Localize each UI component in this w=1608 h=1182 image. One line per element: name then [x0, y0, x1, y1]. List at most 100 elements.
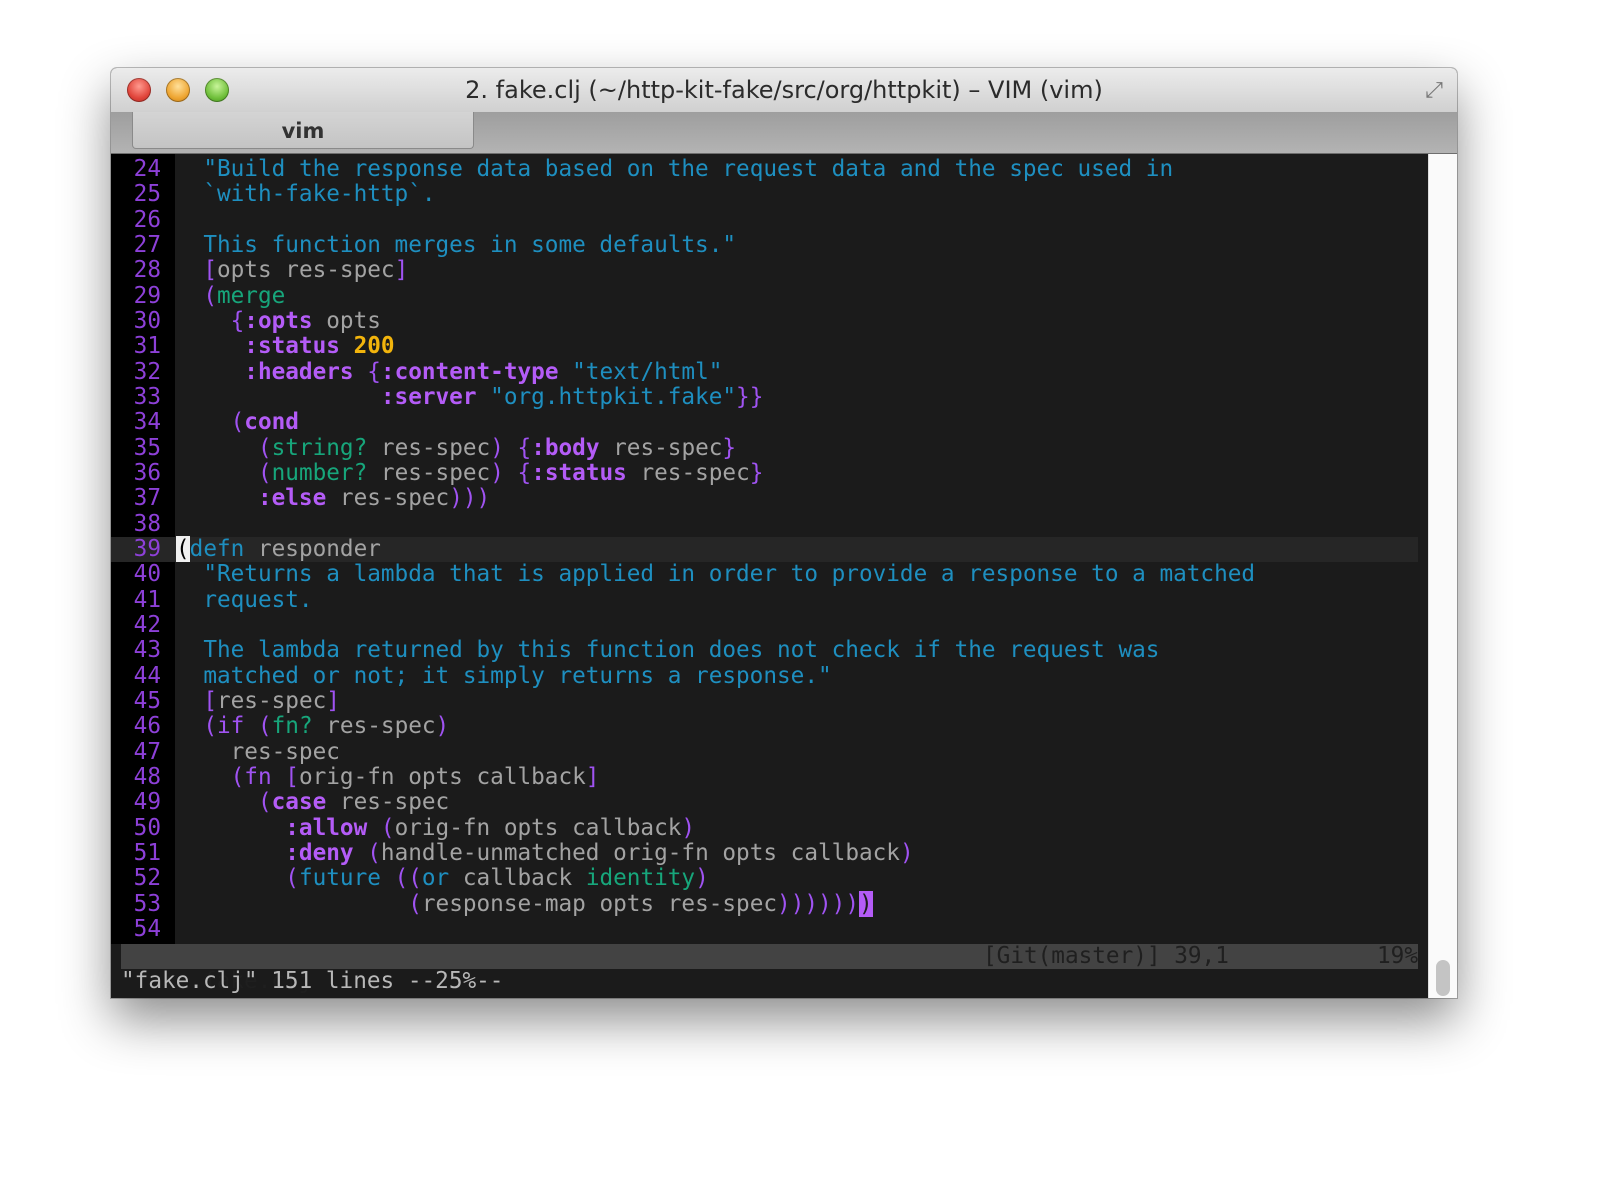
- code-token: future: [298, 865, 381, 892]
- code-line[interactable]: 28 [opts res-spec]: [111, 257, 1418, 284]
- code-token: {: [503, 459, 532, 486]
- code-token: number?: [271, 459, 368, 486]
- code-token: 200: [339, 333, 395, 360]
- code-token: }: [749, 459, 764, 486]
- code-token: :body: [531, 434, 600, 461]
- code-token: "Build the response data based on the re…: [203, 156, 1174, 182]
- code-line[interactable]: 26: [111, 207, 1418, 233]
- code-line-current[interactable]: 39 (defn responder: [111, 535, 1418, 563]
- code-token: response-map opts res-spec: [421, 890, 778, 917]
- code-token: defn: [189, 535, 245, 562]
- line-number: 46: [133, 713, 161, 740]
- line-number: 30: [133, 307, 161, 334]
- code-token: cond: [244, 409, 299, 436]
- line-number: 27: [133, 231, 161, 258]
- code-token: (: [176, 865, 299, 892]
- code-line[interactable]: 50 :allow (orig-fn opts callback): [111, 814, 1418, 841]
- line-number: 38: [133, 510, 161, 537]
- code-line[interactable]: 31 :status 200: [111, 333, 1418, 360]
- line-number: 41: [133, 586, 161, 613]
- line-number: 49: [133, 789, 161, 816]
- code-token: opts res-spec: [216, 257, 395, 284]
- code-line[interactable]: 25 `with-fake-http`.: [111, 181, 1418, 208]
- code-line[interactable]: 46 (if (fn? res-spec): [111, 713, 1418, 740]
- command-line[interactable]: "fake.clj" 151 lines --25%--: [121, 969, 503, 994]
- code-token: :server: [176, 383, 477, 410]
- line-number: 53: [133, 890, 161, 917]
- code-line[interactable]: 32 :headers {:content-type "text/html": [111, 358, 1418, 385]
- code-line[interactable]: 54: [111, 916, 1418, 942]
- fullscreen-icon[interactable]: ⤢: [1421, 78, 1447, 104]
- code-token: responder: [244, 535, 381, 562]
- code-line[interactable]: 33 :server "org.httpkit.fake"}}: [111, 383, 1418, 410]
- tab-vim[interactable]: vim: [132, 112, 474, 149]
- code-line[interactable]: 30 {:opts opts: [111, 307, 1418, 334]
- line-number: 28: [133, 257, 161, 284]
- text-cursor: (: [176, 535, 190, 562]
- line-number: 43: [133, 637, 161, 664]
- code-token: res-spec: [367, 434, 491, 461]
- code-line[interactable]: 36 (number? res-spec) {:status res-spec}: [111, 459, 1418, 486]
- code-line[interactable]: 45 [res-spec]: [111, 687, 1418, 714]
- code-line[interactable]: 29 (merge: [111, 282, 1418, 309]
- window-title: 2. fake.clj (~/http-kit-fake/src/org/htt…: [465, 76, 1103, 104]
- code-token: :content-type: [380, 358, 559, 385]
- line-number: 29: [133, 282, 161, 309]
- code-line[interactable]: 47 res-spec: [111, 738, 1418, 765]
- code-token: handle-unmatched orig-fn opts callback: [380, 839, 900, 866]
- code-token: orig-fn opts callback: [394, 814, 682, 841]
- code-token: "text/html": [558, 358, 723, 385]
- status-git-position: [Git(master)] 39,1: [983, 943, 1229, 969]
- code-token: This function merges in some defaults.": [176, 231, 737, 258]
- vim-editor[interactable]: 24 "Build the response data based on the…: [111, 154, 1428, 998]
- code-token: }}: [736, 383, 764, 410]
- code-token: res-spec: [216, 687, 327, 714]
- code-token: res-spec: [312, 713, 436, 740]
- scrollbar-thumb[interactable]: [1436, 960, 1450, 996]
- code-token: {: [176, 307, 245, 334]
- line-number: 40: [133, 561, 161, 588]
- code-token: :status: [176, 333, 340, 360]
- code-token: ): [490, 434, 504, 461]
- code-token: res-spec: [326, 789, 450, 816]
- code-line[interactable]: 53 (response-map opts res-spec))))))): [111, 890, 1418, 917]
- code-token: "Returns a lambda that is applied in ord…: [176, 561, 1256, 588]
- code-line[interactable]: 34 (cond: [111, 409, 1418, 436]
- scrollbar[interactable]: [1428, 154, 1457, 998]
- line-number: 44: [133, 662, 161, 689]
- code-line[interactable]: 24 "Build the response data based on the…: [111, 156, 1418, 182]
- code-line[interactable]: 43 The lambda returned by this function …: [111, 637, 1418, 664]
- code-token: :else: [176, 485, 327, 512]
- code-token: (: [176, 409, 245, 436]
- code-lines[interactable]: 24 "Build the response data based on the…: [111, 156, 1418, 942]
- code-line[interactable]: 35 (string? res-spec) {:body res-spec}: [111, 434, 1418, 461]
- code-token: res-spec: [176, 738, 340, 765]
- code-token: (: [353, 839, 381, 866]
- code-line[interactable]: 38: [111, 510, 1418, 537]
- code-line[interactable]: 52 (future ((or callback identity): [111, 865, 1418, 892]
- code-token: (: [408, 890, 422, 917]
- line-number: 50: [133, 814, 161, 841]
- code-line[interactable]: 40 "Returns a lambda that is applied in …: [111, 561, 1418, 588]
- code-token: ))): [449, 485, 491, 512]
- code-line[interactable]: 49 (case res-spec: [111, 789, 1418, 816]
- code-token: }: [722, 434, 737, 461]
- code-line[interactable]: 37 :else res-spec))): [111, 485, 1418, 512]
- line-number: 25: [133, 181, 161, 208]
- line-number: 47: [133, 738, 161, 765]
- code-token: (: [176, 789, 272, 816]
- code-token: fn?: [271, 713, 313, 740]
- code-token: The lambda returned by this function doe…: [176, 637, 1160, 664]
- code-line[interactable]: 51 :deny (handle-unmatched orig-fn opts …: [111, 839, 1418, 866]
- code-token: ): [681, 814, 696, 841]
- code-token: (: [176, 434, 272, 461]
- code-line[interactable]: 41 request.: [111, 586, 1418, 613]
- code-line[interactable]: 48 (fn [orig-fn opts callback]: [111, 764, 1418, 790]
- code-line[interactable]: 44 matched or not; it simply returns a r…: [111, 662, 1418, 689]
- line-number: 35: [133, 434, 161, 461]
- code-line[interactable]: 27 This function merges in some defaults…: [111, 231, 1418, 258]
- code-line[interactable]: 42: [111, 612, 1418, 638]
- code-token: matched or not; it simply returns a resp…: [176, 662, 832, 689]
